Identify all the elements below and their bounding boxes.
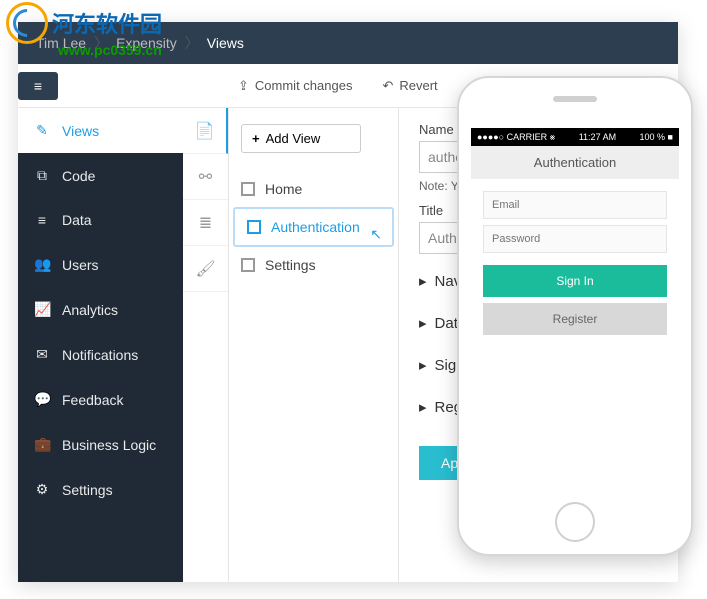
commit-label: Commit changes <box>255 78 353 93</box>
watermark-text: 河东软件园 <box>52 12 162 37</box>
chart-icon <box>34 301 50 318</box>
view-row-home[interactable]: Home <box>229 171 398 207</box>
sidebar-item-label: Users <box>62 257 99 273</box>
watermark-logo-icon <box>6 2 48 44</box>
views-list-column: + Add View Home Authentication ↖ Settings <box>229 108 399 582</box>
commit-changes-button[interactable]: Commit changes <box>238 78 352 94</box>
sidebar-item-data[interactable]: Data <box>18 198 183 242</box>
status-carrier: ●●●●○ CARRIER ⨳ <box>477 132 555 143</box>
sidebar-item-analytics[interactable]: Analytics <box>18 287 183 332</box>
brief-icon <box>34 436 50 453</box>
revert-icon <box>382 78 393 94</box>
sidebar-item-label: Notifications <box>62 347 138 363</box>
chat-icon <box>34 391 50 408</box>
iconbar-file[interactable] <box>183 108 228 154</box>
menu-toggle-button[interactable] <box>18 72 58 100</box>
iconbar-tree[interactable] <box>183 154 228 200</box>
upload-icon <box>238 78 249 94</box>
phone-preview: ●●●●○ CARRIER ⨳ 11:27 AM 100 % ■ Authent… <box>457 76 693 556</box>
chevron-icon: 〉 <box>183 33 201 53</box>
sidebar-item-label: Business Logic <box>62 437 156 453</box>
iconbar-stack[interactable] <box>183 200 228 246</box>
tree-icon <box>199 167 212 187</box>
breadcrumb-page[interactable]: Views <box>201 35 250 51</box>
edit-icon <box>34 122 50 139</box>
view-label: Settings <box>265 257 316 273</box>
phone-screen-title: Authentication <box>471 146 679 179</box>
sidebar: Views Code Data Users Analytics Notifications… <box>18 108 183 582</box>
caret-right-icon <box>419 398 427 416</box>
view-row-authentication[interactable]: Authentication ↖ <box>233 207 394 247</box>
view-label: Authentication <box>271 219 360 235</box>
view-layout-icon <box>241 182 255 196</box>
hamburger-icon <box>34 78 42 94</box>
icon-rail <box>183 108 229 582</box>
cog-icon <box>34 481 50 498</box>
view-label: Home <box>265 181 302 197</box>
mail-icon <box>34 346 50 363</box>
sidebar-item-label: Views <box>62 123 99 139</box>
caret-right-icon <box>419 314 427 332</box>
revert-button[interactable]: Revert <box>382 78 437 94</box>
sidebar-item-feedback[interactable]: Feedback <box>18 377 183 422</box>
sidebar-item-code[interactable]: Code <box>18 153 183 198</box>
iconbar-brush[interactable] <box>183 246 228 292</box>
view-layout-icon <box>247 220 261 234</box>
watermark-overlay: 河东软件园 www.pc0359.cn <box>6 2 162 58</box>
sidebar-item-label: Analytics <box>62 302 118 318</box>
status-battery: 100 % ■ <box>640 132 673 142</box>
add-view-button[interactable]: + Add View <box>241 124 361 153</box>
sidebar-item-label: Code <box>62 168 95 184</box>
sidebar-item-notifications[interactable]: Notifications <box>18 332 183 377</box>
view-layout-icon <box>241 258 255 272</box>
code-icon <box>34 167 50 184</box>
caret-right-icon <box>419 356 427 374</box>
users-icon <box>34 256 50 273</box>
watermark-url: www.pc0359.cn <box>58 42 162 58</box>
status-time: 11:27 AM <box>579 132 616 142</box>
sidebar-item-settings[interactable]: Settings <box>18 467 183 512</box>
revert-label: Revert <box>399 78 437 93</box>
phone-email-input[interactable] <box>483 191 667 219</box>
phone-signin-button[interactable]: Sign In <box>483 265 667 297</box>
sidebar-item-label: Data <box>62 212 92 228</box>
view-row-settings[interactable]: Settings <box>229 247 398 283</box>
sidebar-item-business-logic[interactable]: Business Logic <box>18 422 183 467</box>
file-icon <box>195 121 215 141</box>
phone-password-input[interactable] <box>483 225 667 253</box>
phone-statusbar: ●●●●○ CARRIER ⨳ 11:27 AM 100 % ■ <box>471 128 679 146</box>
cursor-icon: ↖ <box>370 226 382 243</box>
phone-register-button[interactable]: Register <box>483 303 667 335</box>
stack-icon <box>199 213 212 233</box>
sidebar-item-label: Feedback <box>62 392 123 408</box>
db-icon <box>34 212 50 228</box>
sidebar-item-label: Settings <box>62 482 113 498</box>
caret-right-icon <box>419 272 427 290</box>
sidebar-item-users[interactable]: Users <box>18 242 183 287</box>
sidebar-item-views[interactable]: Views <box>18 108 183 153</box>
add-view-label: Add View <box>266 131 321 146</box>
brush-icon <box>195 259 215 279</box>
